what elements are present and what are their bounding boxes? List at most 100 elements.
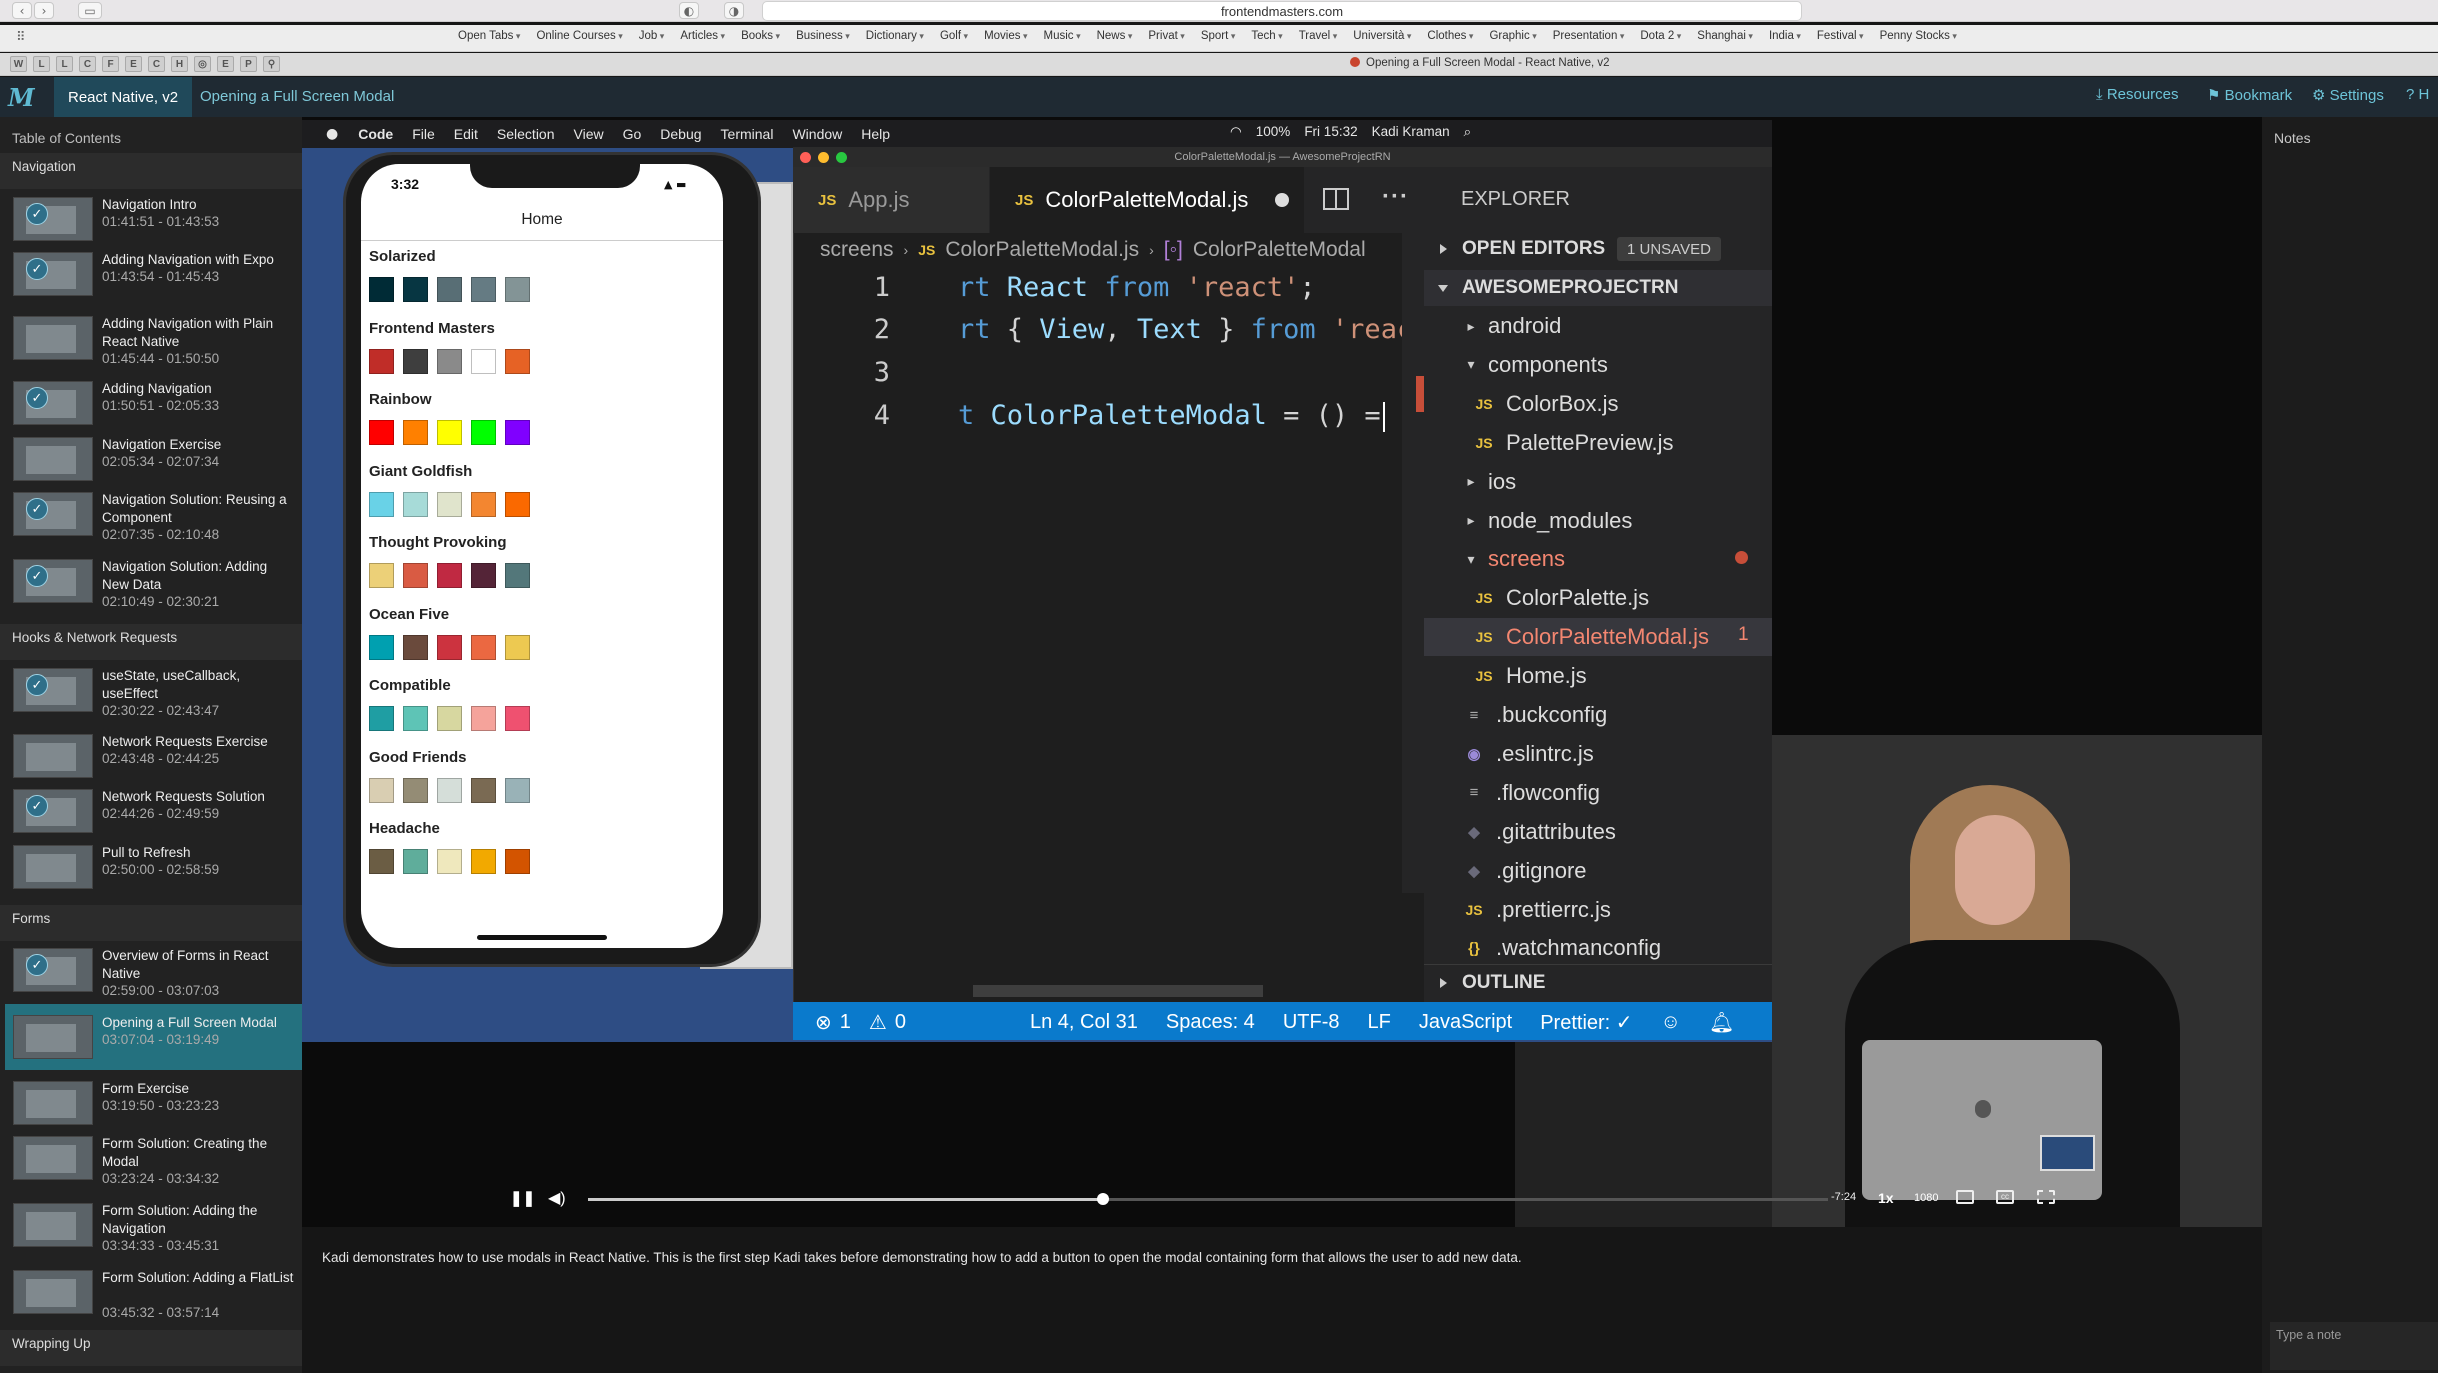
- bell-icon[interactable]: 🔔︎: [1709, 1010, 1734, 1035]
- extension-icon[interactable]: F: [102, 56, 119, 72]
- lesson-item[interactable]: ✓ useState, useCallback, useEffect 02:30:2…: [5, 657, 302, 723]
- favorite-item[interactable]: Music: [1044, 30, 1081, 42]
- lesson-item[interactable]: Form Solution: Adding a FlatList 03:45:32…: [5, 1259, 302, 1325]
- prettier-status[interactable]: Prettier: ✓: [1540, 1010, 1632, 1035]
- indentation[interactable]: Spaces: 4: [1166, 1011, 1255, 1034]
- minimap[interactable]: [1402, 233, 1424, 893]
- palette-swatches[interactable]: [369, 849, 530, 874]
- outline-section[interactable]: OUTLINE: [1424, 964, 1772, 1000]
- lesson-item[interactable]: Form Solution: Creating the Modal 03:23:2…: [5, 1125, 302, 1191]
- tree-item[interactable]: ▸ ios: [1424, 463, 1772, 501]
- palette-swatches[interactable]: [369, 491, 530, 517]
- tab-app-js[interactable]: JS App.js: [793, 167, 989, 233]
- favorite-item[interactable]: Golf: [940, 30, 968, 42]
- extension-icon[interactable]: P: [240, 56, 257, 72]
- lesson-item[interactable]: Form Solution: Adding the Navigation 03:3…: [5, 1192, 302, 1258]
- toc-section-header[interactable]: Hooks & Network Requests: [0, 624, 302, 660]
- encoding[interactable]: UTF-8: [1283, 1011, 1340, 1034]
- favorite-item[interactable]: News: [1097, 30, 1133, 42]
- favorite-item[interactable]: Travel: [1299, 30, 1338, 42]
- resources-link[interactable]: ⤓ Resources: [2096, 86, 2179, 103]
- tree-item[interactable]: ≡ .flowconfig: [1424, 774, 1772, 812]
- favorite-item[interactable]: Books: [741, 30, 780, 42]
- browser-tab[interactable]: Opening a Full Screen Modal - React Nati…: [1350, 57, 1610, 69]
- lesson-item[interactable]: ✓ Navigation Solution: Reusing a Componen…: [5, 481, 302, 547]
- palette-name[interactable]: Solarized: [369, 248, 436, 265]
- tree-item[interactable]: ▸ node_modules: [1424, 502, 1772, 540]
- extension-icon[interactable]: C: [148, 56, 165, 72]
- breadcrumb-folder[interactable]: screens: [820, 238, 894, 262]
- help-link[interactable]: ? H: [2406, 86, 2429, 103]
- toc-section-header[interactable]: Forms: [0, 905, 302, 941]
- palette-name[interactable]: Headache: [369, 820, 440, 837]
- favorite-item[interactable]: India: [1769, 30, 1801, 42]
- favorite-item[interactable]: Università: [1353, 30, 1411, 42]
- more-actions-icon[interactable]: ···: [1382, 183, 1409, 211]
- problems-indicator[interactable]: ⊗ 1 ⚠ 0: [815, 1010, 906, 1035]
- lesson-item[interactable]: ✓ Overview of Forms in React Native 02:59:…: [5, 937, 302, 1003]
- pause-button[interactable]: ❚❚: [510, 1189, 535, 1207]
- tree-item[interactable]: ▾ screens: [1424, 540, 1772, 578]
- split-editor-icon[interactable]: [1323, 188, 1349, 210]
- favorite-item[interactable]: Graphic: [1489, 30, 1536, 42]
- palette-name[interactable]: Good Friends: [369, 749, 467, 766]
- favorite-item[interactable]: Penny Stocks: [1880, 30, 1957, 42]
- frontend-masters-logo[interactable]: M: [8, 83, 42, 112]
- lesson-item[interactable]: Adding Navigation with Plain React Nativ…: [5, 305, 302, 371]
- breadcrumb-symbol[interactable]: ColorPaletteModal: [1193, 238, 1366, 262]
- privacy-icon[interactable]: ◐: [679, 2, 699, 19]
- palette-swatches[interactable]: [369, 634, 530, 660]
- captions-icon[interactable]: cc: [1996, 1190, 2014, 1204]
- cursor-position[interactable]: Ln 4, Col 31: [1030, 1011, 1138, 1034]
- tree-item[interactable]: JS ColorPaletteModal.js: [1424, 618, 1772, 657]
- grid-icon[interactable]: ⠿: [16, 30, 26, 45]
- extension-icon[interactable]: L: [56, 56, 73, 72]
- palette-name[interactable]: Giant Goldfish: [369, 463, 472, 480]
- tree-item[interactable]: JS ColorPalette.js: [1424, 579, 1772, 617]
- picture-in-picture-icon[interactable]: [1956, 1190, 1974, 1204]
- breadcrumb-course[interactable]: React Native, v2: [54, 77, 193, 117]
- palette-swatches[interactable]: [369, 563, 530, 588]
- extension-icon[interactable]: H: [171, 56, 188, 72]
- tree-item[interactable]: ≡ .buckconfig: [1424, 696, 1772, 734]
- favorite-item[interactable]: Job: [639, 30, 665, 42]
- favorite-item[interactable]: Festival: [1817, 30, 1864, 42]
- lesson-item[interactable]: ✓ Navigation Solution: Adding New Data 02:…: [5, 548, 302, 614]
- bookmark-link[interactable]: ⚑ Bookmark: [2207, 86, 2292, 104]
- favorite-item[interactable]: Tech: [1251, 30, 1282, 42]
- favorite-item[interactable]: Privat: [1148, 30, 1184, 42]
- close-window-button[interactable]: [800, 152, 811, 163]
- favorite-item[interactable]: Shanghai: [1697, 30, 1753, 42]
- volume-icon[interactable]: ◀︎): [548, 1188, 566, 1208]
- tree-item[interactable]: JS ColorBox.js: [1424, 385, 1772, 423]
- playback-speed[interactable]: 1x: [1878, 1190, 1894, 1206]
- extension-icon[interactable]: C: [79, 56, 96, 72]
- favorite-item[interactable]: Presentation: [1553, 30, 1625, 42]
- palette-name[interactable]: Ocean Five: [369, 606, 449, 623]
- settings-link[interactable]: ⚙ Settings: [2312, 86, 2384, 104]
- lesson-item[interactable]: ✓ Adding Navigation with Expo 01:43:54 - 0…: [5, 241, 302, 307]
- favorite-item[interactable]: Articles: [680, 30, 725, 42]
- sidebar-toggle-icon[interactable]: ▭: [78, 2, 102, 19]
- favorite-item[interactable]: Dota 2: [1640, 30, 1681, 42]
- fullscreen-icon[interactable]: [2037, 1190, 2055, 1204]
- palette-name[interactable]: Thought Provoking: [369, 534, 506, 551]
- back-button[interactable]: ‹: [12, 2, 32, 19]
- palette-name[interactable]: Frontend Masters: [369, 320, 495, 337]
- line-ending[interactable]: LF: [1367, 1011, 1390, 1034]
- palette-swatches[interactable]: [369, 277, 530, 302]
- smiley-icon[interactable]: ☺: [1661, 1011, 1681, 1034]
- horizontal-scrollbar[interactable]: [973, 985, 1263, 997]
- tree-item[interactable]: JS PalettePreview.js: [1424, 424, 1772, 462]
- tree-item[interactable]: JS .prettierrc.js: [1424, 891, 1772, 929]
- forward-button[interactable]: ›: [34, 2, 54, 19]
- extension-icon[interactable]: ⚲: [263, 56, 280, 72]
- favorite-item[interactable]: Dictionary: [866, 30, 924, 42]
- toc-section-header[interactable]: Navigation: [0, 153, 302, 189]
- favorite-item[interactable]: Business: [796, 30, 850, 42]
- extension-icon[interactable]: L: [33, 56, 50, 72]
- extension-icon[interactable]: E: [125, 56, 142, 72]
- lesson-item[interactable]: Pull to Refresh 02:50:00 - 02:58:59: [5, 834, 302, 900]
- palette-swatches[interactable]: [369, 777, 530, 803]
- unsaved-dot-icon[interactable]: [1275, 193, 1289, 207]
